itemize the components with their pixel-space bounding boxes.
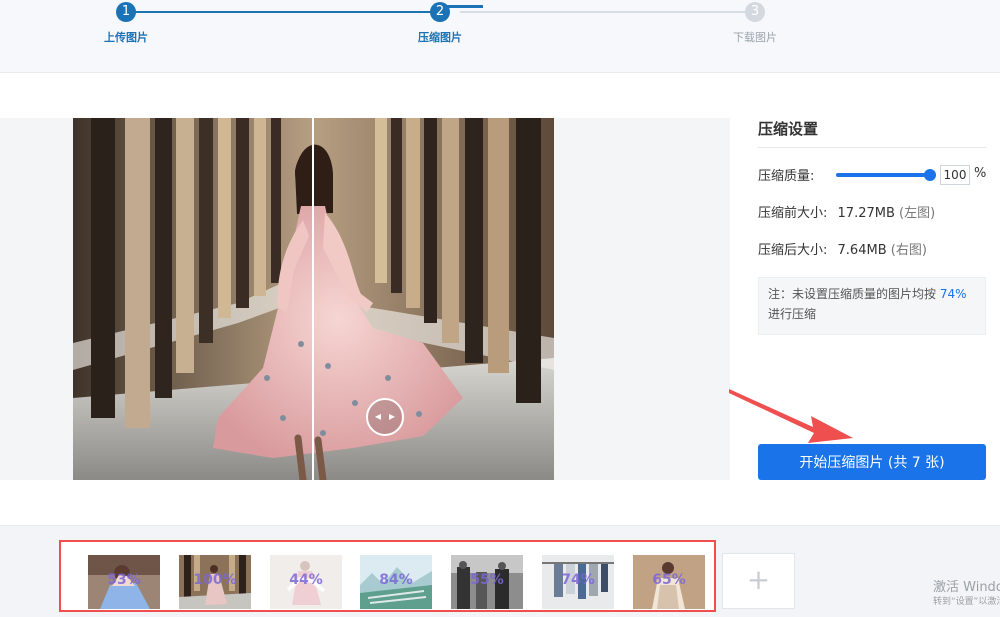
stepper: 1 上传图片 2 压缩图片 3 下载图片 — [0, 0, 1000, 73]
step-line-2 — [460, 11, 756, 13]
thumbnail-percent: 44% — [289, 572, 323, 588]
thumbnail-percent: 53% — [107, 572, 141, 588]
step-line-1 — [126, 11, 440, 13]
start-compress-button[interactable]: 开始压缩图片 (共 7 张) — [758, 444, 986, 480]
after-size-row: 压缩后大小: 7.64MB (右图) — [758, 239, 986, 259]
before-size-value: 17.27MB — [837, 206, 895, 221]
step-2-dot: 2 — [430, 2, 450, 22]
step-1-dot: 1 — [116, 2, 136, 22]
after-size-label: 压缩后大小: — [758, 243, 828, 258]
quality-unit: % — [974, 166, 987, 181]
thumbnail-percent: 65% — [652, 572, 686, 588]
thumbnail-3[interactable]: 44% — [270, 555, 342, 609]
quality-slider-thumb[interactable] — [924, 169, 936, 181]
thumbnail-strip: 53% 100% 44% 84% 55% 74% 65% — [59, 540, 716, 612]
left-arrow-icon: ◂ — [375, 409, 382, 423]
right-arrow-icon: ▸ — [388, 409, 395, 423]
thumbnail-percent: 74% — [561, 572, 595, 588]
step-3-label: 下载图片 — [733, 31, 777, 44]
settings-title: 压缩设置 — [758, 118, 986, 148]
step-2-label: 压缩图片 — [418, 31, 462, 44]
compression-page: 1 上传图片 2 压缩图片 3 下载图片 ◂ ▸ 压缩设置 压缩质量: 100 … — [0, 0, 1000, 617]
thumbnail-4[interactable]: 84% — [360, 555, 432, 609]
thumbnail-percent: 84% — [379, 572, 413, 588]
step-1-label: 上传图片 — [104, 31, 148, 44]
note-suffix: 进行压缩 — [768, 307, 817, 321]
before-size-row: 压缩前大小: 17.27MB (左图) — [758, 202, 986, 222]
compression-settings-panel: 压缩设置 压缩质量: % 压缩前大小: 17.27MB (左图) 压缩后大小: … — [758, 118, 986, 335]
comparison-slider-handle[interactable]: ◂ ▸ — [366, 398, 404, 436]
thumbnail-6[interactable]: 74% — [542, 555, 614, 609]
corridor-dancer-image — [73, 118, 554, 480]
thumbnail-section: 53% 100% 44% 84% 55% 74% 65% + — [0, 525, 1000, 617]
compression-note: 注：未设置压缩质量的图片均按 74% 进行压缩 — [758, 277, 986, 335]
note-text: 注：未设置压缩质量的图片均按 — [768, 287, 937, 301]
thumbnail-2[interactable]: 100% — [179, 555, 251, 609]
before-size-note: (左图) — [899, 206, 936, 221]
plus-icon: + — [746, 563, 771, 596]
quality-input[interactable] — [940, 165, 970, 185]
before-size-label: 压缩前大小: — [758, 206, 828, 221]
thumbnail-7[interactable]: 65% — [633, 555, 705, 609]
image-preview-area: ◂ ▸ — [0, 118, 730, 480]
step-3-dot: 3 — [745, 2, 765, 22]
thumbnail-5[interactable]: 55% — [451, 555, 523, 609]
quality-row: 压缩质量: % — [758, 165, 986, 185]
thumbnail-percent: 55% — [470, 572, 504, 588]
red-arrow-icon — [729, 389, 853, 443]
add-image-button[interactable]: + — [722, 553, 795, 609]
after-size-note: (右图) — [890, 243, 927, 258]
thumbnail-percent: 100% — [193, 572, 237, 588]
comparison-image: ◂ ▸ — [73, 118, 554, 480]
quality-label: 压缩质量: — [758, 169, 815, 184]
after-size-value: 7.64MB — [837, 243, 887, 258]
quality-slider-track[interactable] — [836, 173, 936, 177]
thumbnail-1[interactable]: 53% — [88, 555, 160, 609]
note-percent: 74% — [939, 287, 967, 301]
